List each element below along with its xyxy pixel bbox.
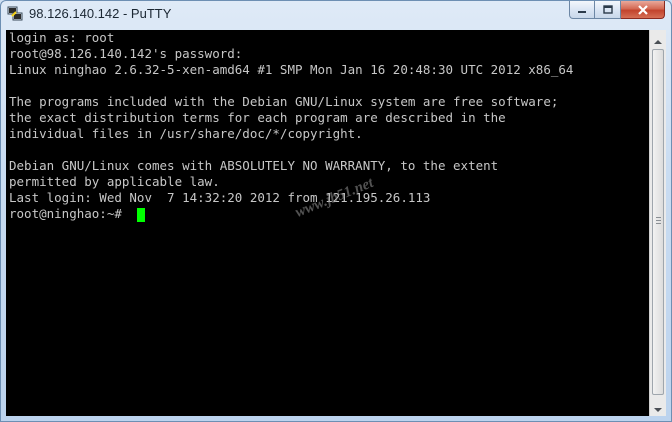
- putty-app-icon[interactable]: [7, 6, 23, 22]
- shell-prompt: root@ninghao:~#: [9, 206, 130, 221]
- terminal-line: Linux ninghao 2.6.32-5-xen-amd64 #1 SMP …: [9, 62, 574, 77]
- terminal-screen[interactable]: login as: root root@98.126.140.142's pas…: [6, 30, 649, 416]
- title-bar[interactable]: 98.126.140.142 - PuTTY: [1, 1, 671, 29]
- window-controls: [569, 1, 665, 21]
- terminal-line: root@98.126.140.142's password:: [9, 46, 243, 61]
- close-icon: [637, 0, 649, 19]
- scrollbar-thumb[interactable]: [652, 49, 664, 395]
- maximize-icon: [602, 0, 613, 19]
- terminal-line: login as: root: [9, 30, 115, 45]
- minimize-button[interactable]: [569, 1, 595, 19]
- terminal-line: individual files in /usr/share/doc/*/cop…: [9, 126, 363, 141]
- scroll-down-arrow-icon: [654, 398, 662, 417]
- scroll-down-button[interactable]: [650, 399, 666, 416]
- maximize-button[interactable]: [595, 1, 621, 19]
- vertical-scrollbar[interactable]: [649, 30, 666, 416]
- terminal-line: Debian GNU/Linux comes with ABSOLUTELY N…: [9, 158, 499, 173]
- window-title: 98.126.140.142 - PuTTY: [29, 6, 172, 21]
- thumb-grip-line: [656, 217, 661, 218]
- thumb-grip-line: [656, 220, 661, 221]
- thumb-grip-line: [656, 223, 661, 224]
- close-button[interactable]: [621, 1, 665, 19]
- terminal-line: The programs included with the Debian GN…: [9, 94, 559, 109]
- putty-window: 98.126.140.142 - PuTTY login as: root ro…: [0, 0, 672, 422]
- minimize-icon: [577, 0, 587, 19]
- terminal-line: permitted by applicable law.: [9, 174, 220, 189]
- terminal-line: the exact distribution terms for each pr…: [9, 110, 506, 125]
- text-cursor: [137, 208, 145, 222]
- scroll-up-button[interactable]: [650, 30, 666, 47]
- scroll-up-arrow-icon: [654, 29, 662, 48]
